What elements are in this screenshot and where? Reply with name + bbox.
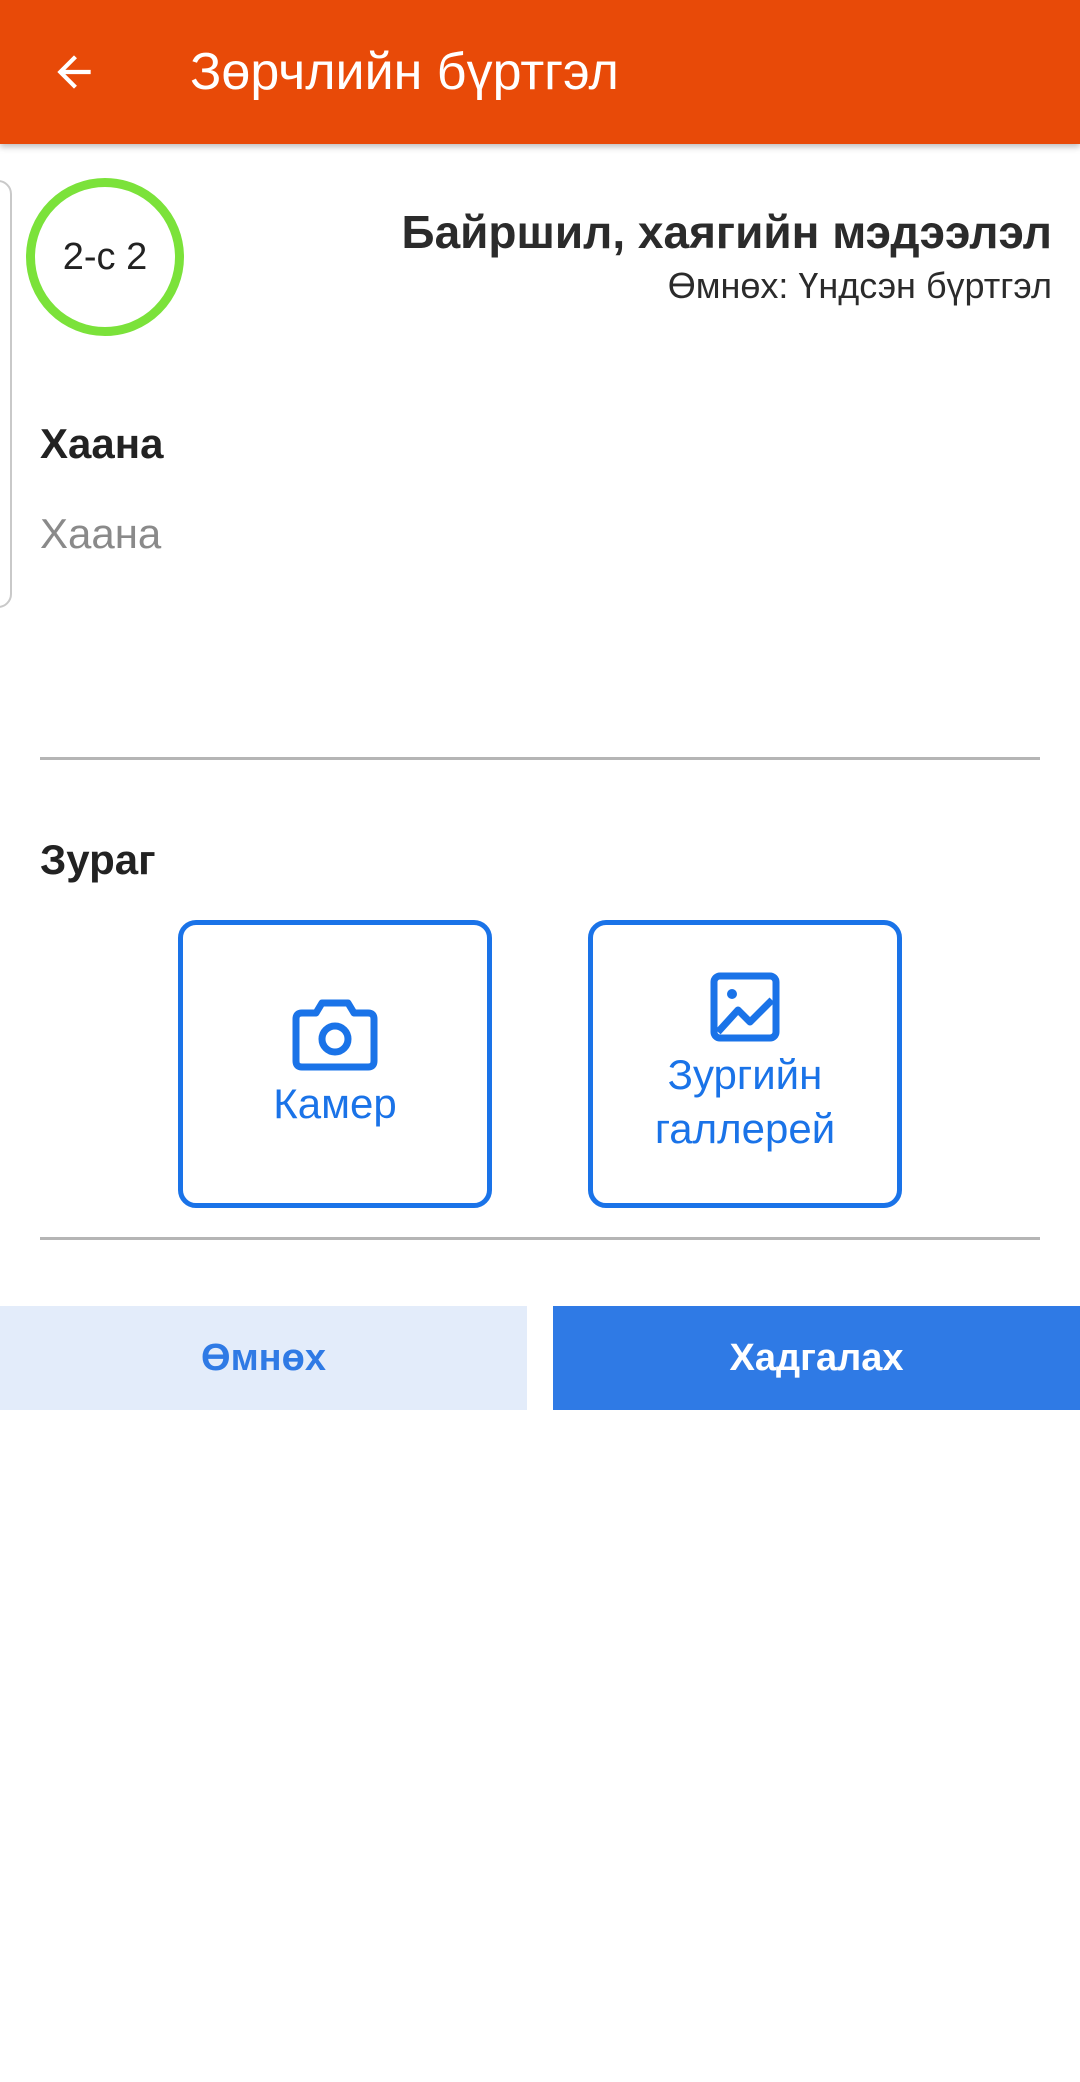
gallery-button-label: Зургийн галлерей: [654, 1051, 836, 1152]
save-button[interactable]: Хадгалах: [553, 1306, 1080, 1410]
back-button[interactable]: [40, 38, 108, 106]
previous-step-card-edge: [0, 180, 12, 608]
step-counter: 2-с 2: [26, 178, 184, 336]
previous-step-label: Өмнөх: Үндсэн бүртгэл: [667, 265, 1052, 306]
previous-button[interactable]: Өмнөх: [0, 1306, 527, 1410]
camera-button-label: Камер: [273, 1080, 397, 1127]
page-title: Зөрчлийн бүртгэл: [190, 43, 619, 101]
photo-label: Зураг: [40, 836, 156, 883]
divider: [40, 1237, 1040, 1240]
step-counter-label: 2-с 2: [62, 235, 148, 278]
camera-button[interactable]: Камер: [178, 920, 492, 1208]
step-title: Байршил, хаягийн мэдээлэл: [401, 206, 1053, 258]
previous-button-label: Өмнөх: [201, 1336, 326, 1379]
where-label: Хаана: [40, 420, 164, 467]
gallery-button[interactable]: Зургийн галлерей: [588, 920, 902, 1208]
image-icon: [710, 972, 780, 1042]
arrow-left-icon: [57, 55, 91, 89]
camera-icon: [292, 999, 378, 1071]
save-button-label: Хадгалах: [729, 1336, 904, 1379]
app-bar: Зөрчлийн бүртгэл: [0, 0, 1080, 144]
where-input[interactable]: [40, 500, 1040, 760]
